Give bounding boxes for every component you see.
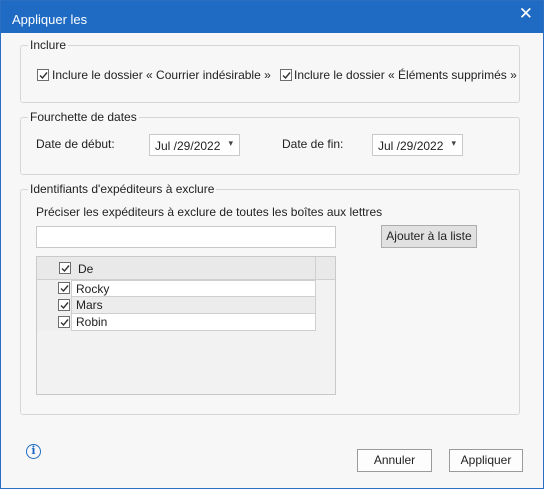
column-separator xyxy=(315,257,316,279)
row-checkbox-cell xyxy=(37,297,71,314)
table-header: De xyxy=(37,257,335,280)
deleted-items-label: Inclure le dossier « Éléments supprimés … xyxy=(294,68,517,82)
deleted-items-checkbox[interactable] xyxy=(280,69,292,81)
date-range-group-label: Fourchette de dates xyxy=(28,109,139,125)
apply-button[interactable]: Appliquer xyxy=(449,449,523,472)
sender-name-cell[interactable]: Rocky xyxy=(71,280,316,297)
apply-button-label: Appliquer xyxy=(460,453,512,467)
checkmark-icon xyxy=(61,265,70,273)
chevron-down-icon[interactable]: ▾ xyxy=(228,138,233,149)
row-checkbox[interactable] xyxy=(58,316,70,328)
start-date-picker[interactable]: Jul /29/2022 ▾ xyxy=(149,134,240,156)
include-group: Inclure Inclure le dossier « Courrier in… xyxy=(20,37,520,103)
junk-folder-label: Inclure le dossier « Courrier indésirabl… xyxy=(52,68,271,82)
row-checkbox[interactable] xyxy=(58,299,70,311)
title-bar: Appliquer les ✕ xyxy=(1,1,543,33)
sender-exclusion-group-label: Identifiants d'expéditeurs à exclure xyxy=(28,181,217,197)
cancel-button-label: Annuler xyxy=(373,453,416,467)
sender-table: De Rocky Mars Robin xyxy=(36,256,336,395)
cancel-button[interactable]: Annuler xyxy=(357,449,432,472)
add-to-list-button[interactable]: Ajouter à la liste xyxy=(381,225,477,248)
table-row[interactable]: Robin xyxy=(37,314,316,331)
add-to-list-label: Ajouter à la liste xyxy=(386,229,472,243)
checkmark-icon xyxy=(60,319,69,327)
apply-dialog: Appliquer les ✕ Inclure Inclure le dossi… xyxy=(0,0,544,489)
checkmark-icon xyxy=(60,302,69,310)
sender-name-cell[interactable]: Mars xyxy=(71,297,316,314)
sender-input[interactable] xyxy=(36,226,336,248)
sender-instruction: Préciser les expéditeurs à exclure de to… xyxy=(36,205,383,219)
dialog-title: Appliquer les xyxy=(12,12,88,27)
include-group-label: Inclure xyxy=(28,37,69,53)
start-date-label: Date de début: xyxy=(36,137,115,151)
start-date-value: Jul /29/2022 xyxy=(155,139,221,153)
column-header-from: De xyxy=(78,262,94,276)
end-date-picker[interactable]: Jul /29/2022 ▾ xyxy=(372,134,463,156)
row-checkbox-cell xyxy=(37,314,71,331)
row-checkbox-cell xyxy=(37,280,71,297)
table-row[interactable]: Mars xyxy=(37,297,316,314)
checkmark-icon xyxy=(282,72,291,80)
info-icon[interactable]: i xyxy=(26,444,41,459)
junk-folder-checkbox[interactable] xyxy=(37,69,49,81)
checkmark-icon xyxy=(60,285,69,293)
table-row[interactable]: Rocky xyxy=(37,280,316,297)
end-date-label: Date de fin: xyxy=(282,137,344,151)
row-checkbox[interactable] xyxy=(58,282,70,294)
checkmark-icon xyxy=(39,72,48,80)
sender-name-cell[interactable]: Robin xyxy=(71,314,316,331)
select-all-checkbox[interactable] xyxy=(59,262,71,274)
close-icon[interactable]: ✕ xyxy=(519,5,533,23)
chevron-down-icon[interactable]: ▾ xyxy=(451,138,456,149)
end-date-value: Jul /29/2022 xyxy=(378,139,444,153)
date-range-group: Fourchette de dates Date de début: Jul /… xyxy=(20,109,520,175)
